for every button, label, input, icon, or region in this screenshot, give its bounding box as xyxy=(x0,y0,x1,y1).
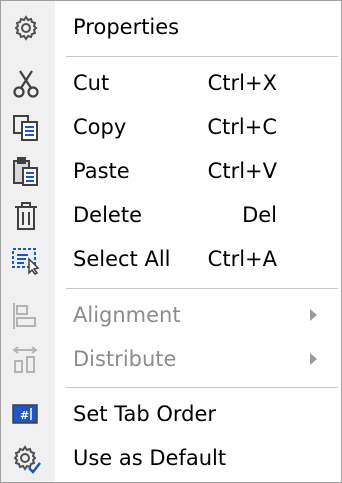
select-all-icon xyxy=(10,245,42,275)
menu-item-delete[interactable]: Delete Del xyxy=(1,193,341,237)
gear-icon xyxy=(10,13,42,43)
copy-icon xyxy=(10,113,42,143)
submenu-arrow-icon xyxy=(310,309,317,321)
menu-item-paste[interactable]: Paste Ctrl+V xyxy=(1,149,341,193)
menu-item-label: Alignment xyxy=(73,303,181,327)
gear-check-icon xyxy=(10,444,42,474)
menu-item-label: Distribute xyxy=(73,347,177,371)
menu-item-label: Cut xyxy=(73,71,110,95)
menu-item-properties[interactable]: Properties xyxy=(1,5,341,49)
menu-separator xyxy=(66,288,338,289)
scissors-icon xyxy=(10,69,42,99)
menu-item-label: Copy xyxy=(73,115,127,139)
menu-item-distribute[interactable]: Distribute xyxy=(1,337,341,381)
menu-separator xyxy=(66,56,338,57)
shortcut-text: Ctrl+C xyxy=(207,115,277,139)
tab-order-icon: # xyxy=(10,400,42,430)
menu-item-label: Delete xyxy=(73,203,142,227)
menu-item-label: Select All xyxy=(73,247,171,271)
submenu-arrow-icon xyxy=(310,353,317,365)
menu-item-label: Properties xyxy=(73,15,180,39)
paste-icon xyxy=(10,157,42,187)
context-menu: Properties Cut Ctrl+X Copy Ctrl+C Paste … xyxy=(0,0,342,483)
align-icon xyxy=(10,301,42,331)
menu-item-label: Use as Default xyxy=(73,446,227,470)
menu-item-label: Set Tab Order xyxy=(73,402,217,426)
menu-item-alignment[interactable]: Alignment xyxy=(1,293,341,337)
shortcut-text: Ctrl+A xyxy=(207,247,277,271)
shortcut-text: Ctrl+V xyxy=(207,159,277,183)
menu-item-set-tab-order[interactable]: # Set Tab Order xyxy=(1,392,341,436)
menu-item-copy[interactable]: Copy Ctrl+C xyxy=(1,105,341,149)
menu-separator xyxy=(66,387,338,388)
svg-text:#: # xyxy=(20,409,29,422)
menu-item-select-all[interactable]: Select All Ctrl+A xyxy=(1,237,341,281)
menu-item-cut[interactable]: Cut Ctrl+X xyxy=(1,61,341,105)
trash-icon xyxy=(10,201,42,231)
shortcut-text: Ctrl+X xyxy=(207,71,277,95)
shortcut-text: Del xyxy=(242,203,277,227)
menu-item-label: Paste xyxy=(73,159,130,183)
distribute-icon xyxy=(10,345,42,375)
menu-item-use-as-default[interactable]: Use as Default xyxy=(1,436,341,480)
